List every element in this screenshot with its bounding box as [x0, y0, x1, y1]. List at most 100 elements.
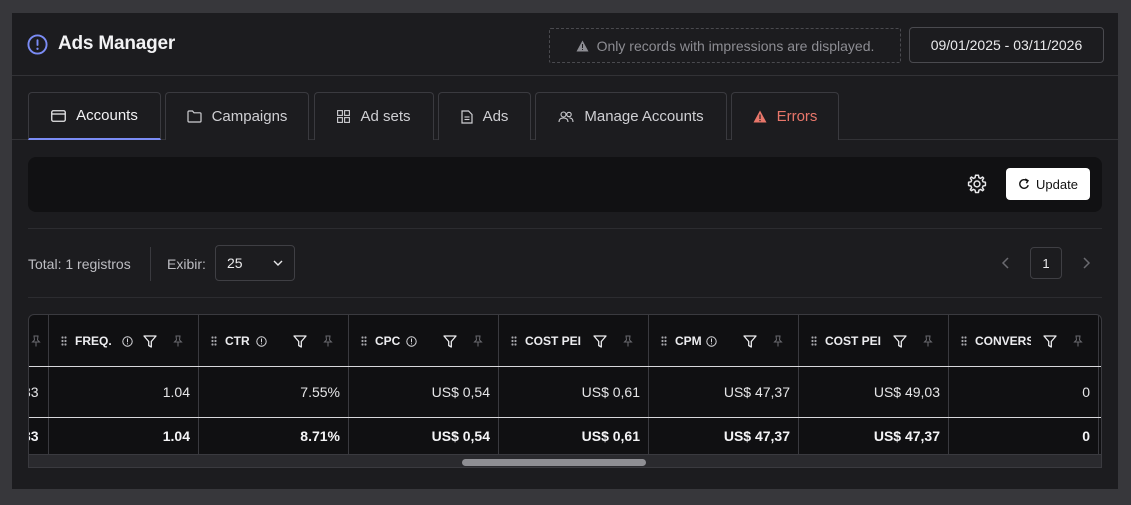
drag-handle-icon[interactable]: [511, 336, 517, 346]
column-header[interactable]: FREQ.: [49, 315, 199, 366]
tab-manage-accounts[interactable]: Manage Accounts: [535, 92, 727, 140]
cell-value: US$ 47,37: [723, 428, 790, 444]
chevron-left-icon[interactable]: [1000, 256, 1012, 270]
info-icon[interactable]: [705, 336, 717, 347]
tab-errors[interactable]: Errors: [731, 92, 839, 140]
drag-handle-icon[interactable]: [361, 336, 367, 346]
filter-icon[interactable]: [893, 335, 907, 348]
cell-value: 7.55%: [300, 384, 340, 400]
cell-value: 0: [1082, 428, 1090, 444]
cell-value: 33: [29, 384, 39, 400]
table-cell: 1.04: [49, 418, 199, 454]
column-header[interactable]: COST PEI: [799, 315, 949, 366]
drag-handle-icon[interactable]: [61, 336, 67, 346]
info-icon[interactable]: [122, 336, 133, 347]
info-icon[interactable]: [255, 336, 267, 347]
alert-circle-icon: [27, 34, 48, 55]
toolbar: Update: [28, 157, 1102, 212]
filter-icon[interactable]: [743, 335, 757, 348]
date-range-button[interactable]: 09/01/2025 - 03/11/2026: [909, 27, 1104, 63]
table-header-row: FREQ. CTR CPC COST PEI CPM COST PEI CONVERS: [29, 315, 1101, 367]
column-header[interactable]: [29, 315, 49, 366]
column-header-label: CTR: [225, 334, 250, 348]
table-cell: US$ 49,03: [799, 367, 949, 417]
tab-accounts[interactable]: Accounts: [28, 92, 161, 140]
drag-handle-icon[interactable]: [661, 336, 667, 346]
column-header[interactable]: CPM: [649, 315, 799, 366]
tab-label: Campaigns: [211, 108, 288, 125]
cell-value: US$ 47,37: [873, 428, 940, 444]
chevron-right-icon[interactable]: [1080, 256, 1092, 270]
update-button[interactable]: Update: [1006, 168, 1090, 200]
scrollbar-thumb[interactable]: [462, 459, 646, 466]
pin-icon[interactable]: [923, 335, 933, 347]
table-cell: US$ 47,37: [649, 418, 799, 454]
pin-icon[interactable]: [31, 335, 41, 347]
tab-bar: Accounts Campaigns Ad sets Ads Manage Ac…: [12, 76, 1118, 140]
cell-value: 1.04: [162, 428, 190, 444]
grid-icon: [337, 110, 351, 123]
drag-handle-icon[interactable]: [811, 336, 817, 346]
warning-icon: [753, 110, 767, 123]
table-row: 33 1.04 7.55% US$ 0,54 US$ 0,61 US$ 47,37 US$ …: [29, 367, 1101, 418]
card-icon: [51, 109, 67, 122]
horizontal-scrollbar[interactable]: [29, 454, 1101, 467]
column-header-label: CPM: [675, 334, 702, 348]
tab-campaigns[interactable]: Campaigns: [165, 92, 309, 140]
column-header[interactable]: CTR: [199, 315, 349, 366]
drag-handle-icon[interactable]: [961, 336, 967, 346]
cell-value: US$ 47,37: [723, 384, 790, 400]
table-cell: 7.55%: [199, 367, 349, 417]
page-size-label: Exibir:: [167, 256, 206, 272]
filter-icon[interactable]: [443, 335, 457, 348]
drag-handle-icon[interactable]: [211, 336, 217, 346]
table-cell: US$ 0,61: [499, 367, 649, 417]
warning-icon: [576, 40, 589, 51]
table-cell: 8.71%: [199, 418, 349, 454]
table-cell: US$ 0,61: [499, 418, 649, 454]
pin-icon[interactable]: [773, 335, 783, 347]
column-header[interactable]: COST PEI: [499, 315, 649, 366]
header: Ads Manager Only records with impression…: [12, 13, 1118, 76]
column-header-label: FREQ.: [75, 334, 112, 348]
pin-icon[interactable]: [1073, 335, 1083, 347]
column-header[interactable]: CONVERS: [949, 315, 1099, 366]
pin-icon[interactable]: [473, 335, 483, 347]
update-label: Update: [1036, 176, 1078, 192]
pin-icon[interactable]: [173, 335, 183, 347]
divider: [28, 228, 1102, 229]
divider: [150, 247, 151, 281]
cell-value: US$ 0,54: [431, 428, 490, 444]
column-header-label: CONVERS: [975, 334, 1031, 348]
chevron-down-icon: [273, 260, 283, 266]
tab-ad-sets[interactable]: Ad sets: [314, 92, 434, 140]
gear-icon[interactable]: [966, 173, 988, 195]
table-cell: 1.04: [49, 367, 199, 417]
cell-value: 8.71%: [300, 428, 340, 444]
filter-icon[interactable]: [1043, 335, 1057, 348]
document-icon: [460, 109, 473, 124]
table-cell: 0: [949, 367, 1099, 417]
column-header-label: COST PEI: [825, 334, 881, 348]
page-size-value: 25: [227, 255, 243, 271]
column-header-label: CPC: [375, 334, 401, 348]
pin-icon[interactable]: [623, 335, 633, 347]
page-size-select[interactable]: 25: [215, 245, 295, 281]
table-cell: US$ 0,54: [349, 418, 499, 454]
page-number-button[interactable]: 1: [1030, 247, 1062, 279]
column-header[interactable]: CPC: [349, 315, 499, 366]
filter-icon[interactable]: [593, 335, 607, 348]
tab-label: Manage Accounts: [584, 108, 704, 125]
pin-icon[interactable]: [323, 335, 333, 347]
tab-label: Ad sets: [360, 108, 411, 125]
cell-value: US$ 0,54: [431, 384, 490, 400]
total-records: Total: 1 registros: [28, 256, 131, 272]
tab-ads[interactable]: Ads: [438, 92, 531, 140]
filter-icon[interactable]: [143, 335, 157, 348]
cell-value: US$ 0,61: [581, 428, 640, 444]
filter-icon[interactable]: [293, 335, 307, 348]
accounts-table: FREQ. CTR CPC COST PEI CPM COST PEI CONVERS 33…: [28, 314, 1102, 468]
info-icon[interactable]: [405, 336, 417, 347]
page-title: Ads Manager: [58, 33, 176, 54]
table-cell: US$ 47,37: [649, 367, 799, 417]
